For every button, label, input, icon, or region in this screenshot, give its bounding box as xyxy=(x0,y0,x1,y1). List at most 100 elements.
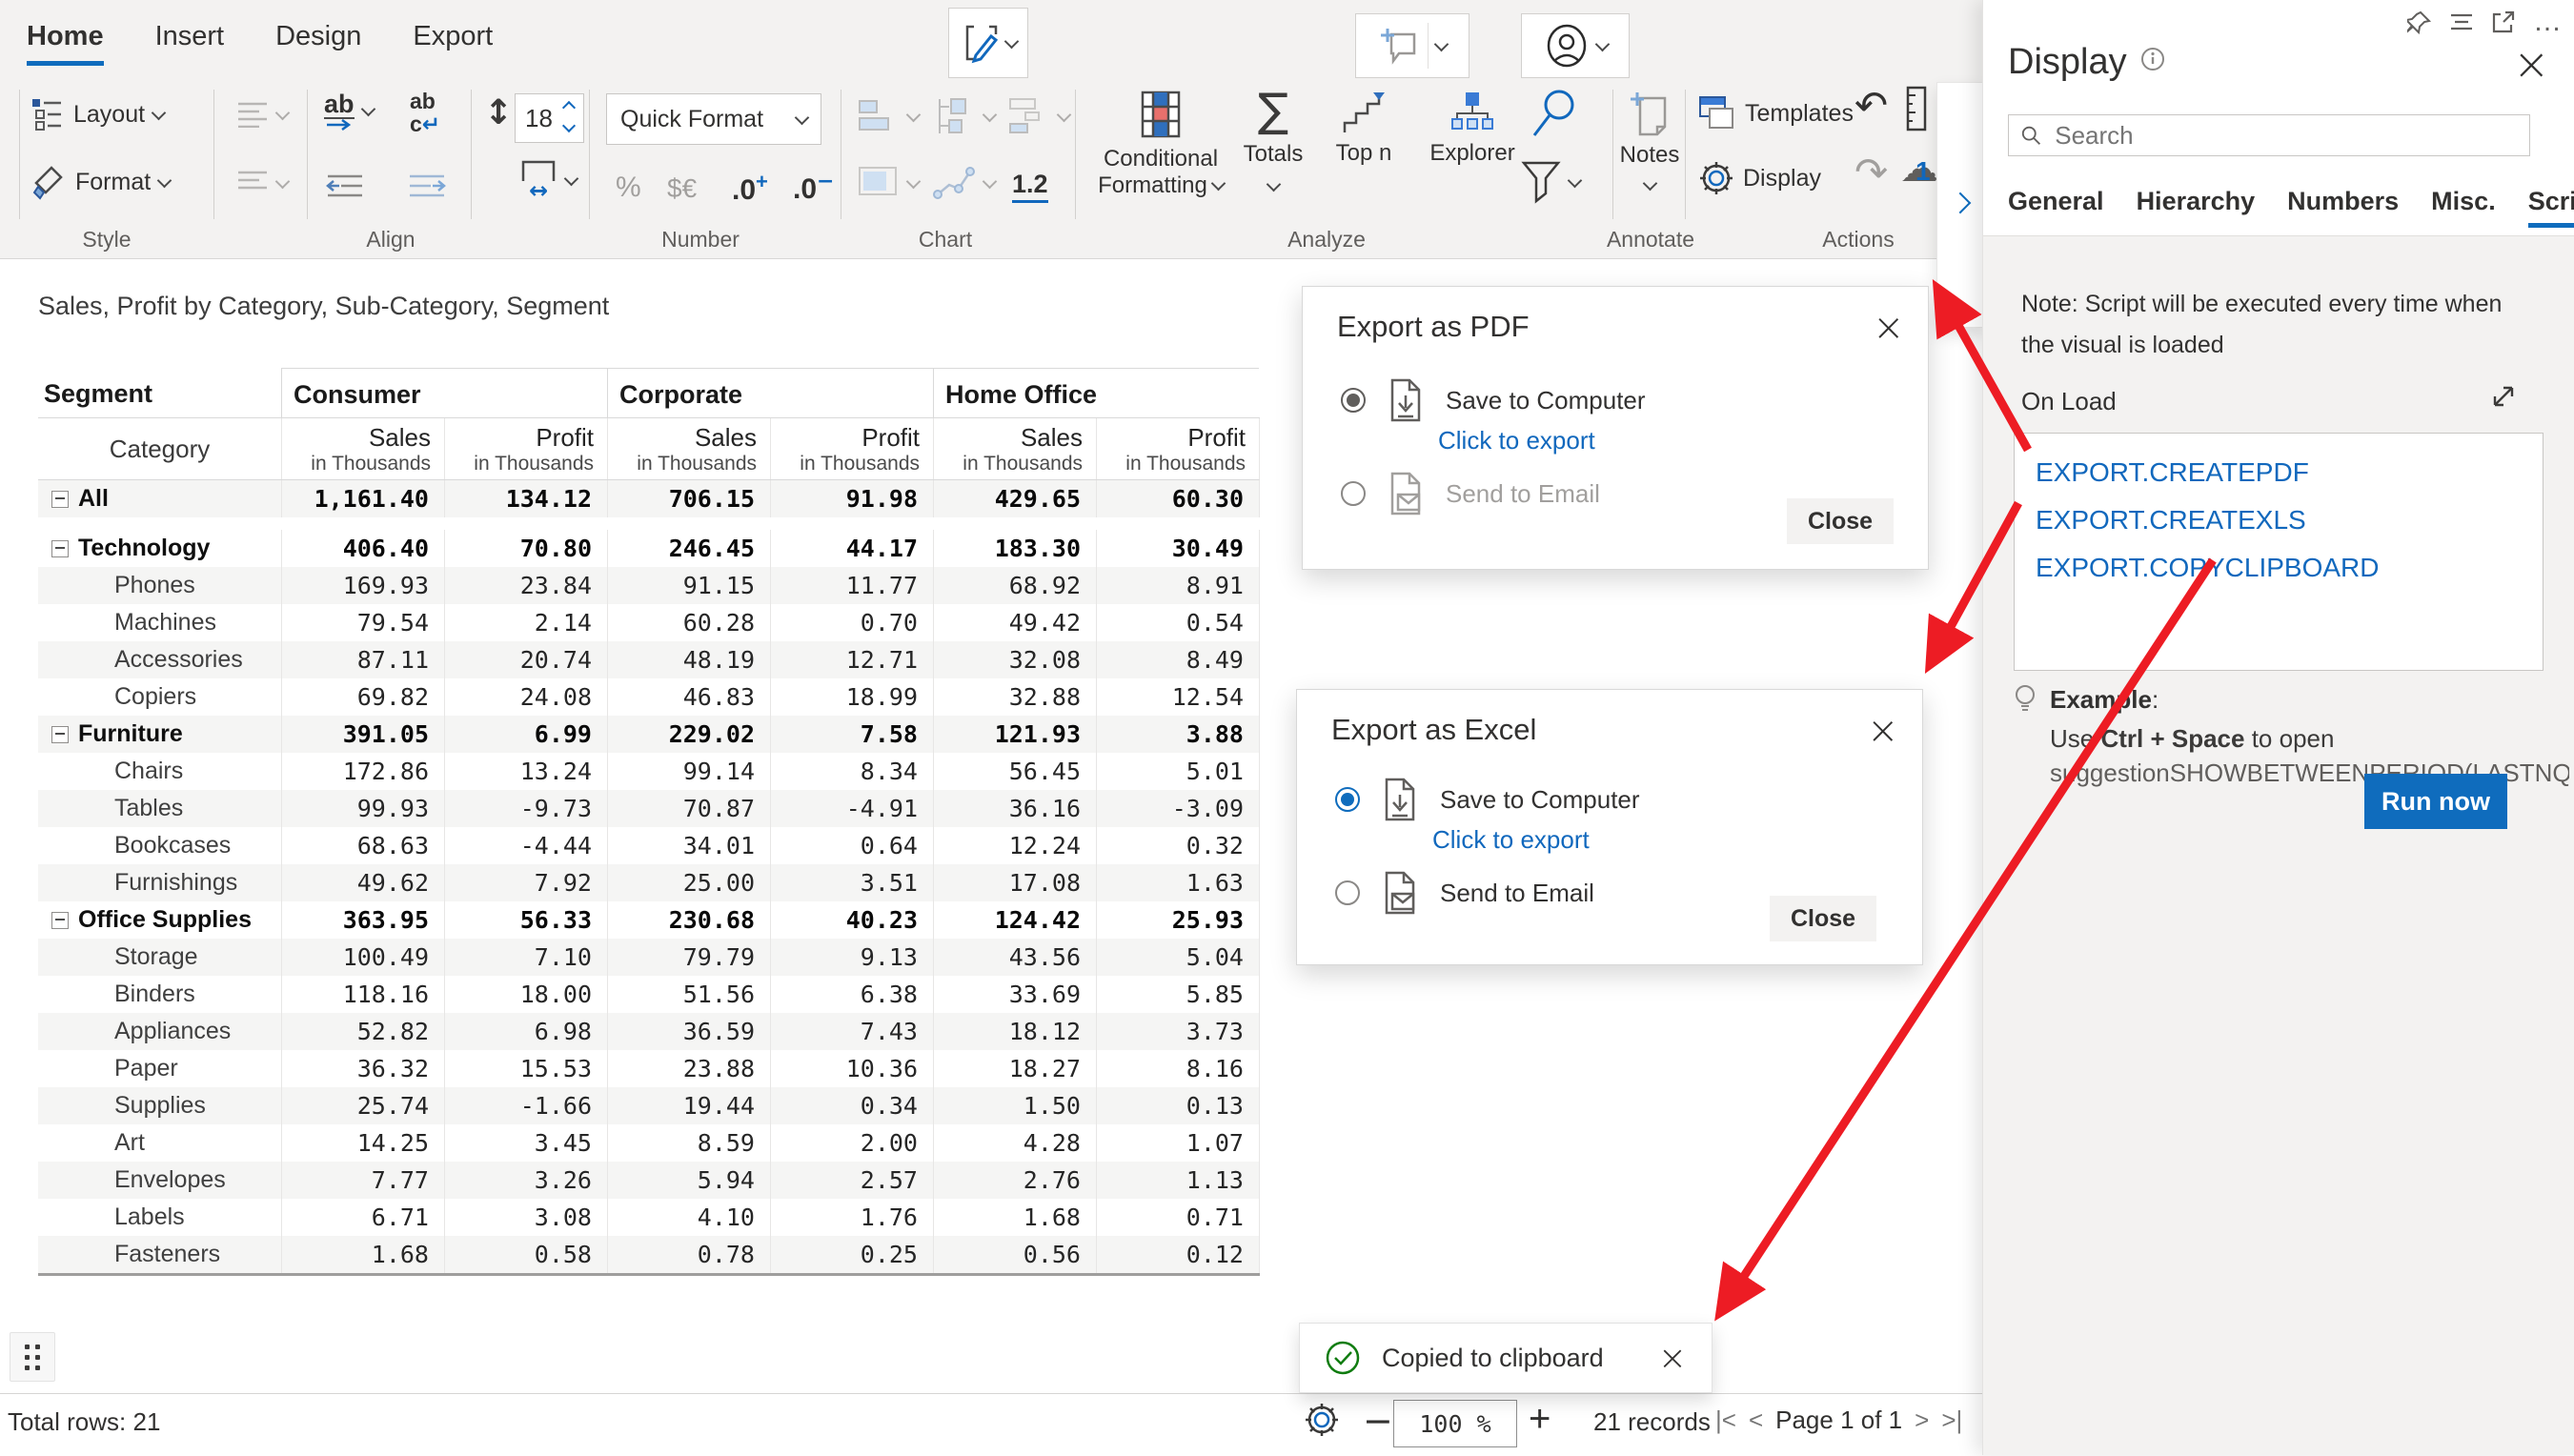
click-to-export-link[interactable]: Click to export xyxy=(1438,426,1595,455)
panel-tab-general[interactable]: General xyxy=(2008,187,2104,228)
prev-page-button[interactable]: < xyxy=(1749,1405,1763,1435)
table-row[interactable]: Phones169.9323.8491.1511.7768.928.91 xyxy=(38,567,1260,604)
templates-button[interactable]: Templates xyxy=(1698,95,1854,131)
panel-tab-numbers[interactable]: Numbers xyxy=(2287,187,2399,228)
account-button[interactable] xyxy=(1521,13,1630,78)
panel-search[interactable] xyxy=(2008,114,2530,156)
close-icon[interactable]: × xyxy=(1867,709,1899,753)
edit-mode-button[interactable] xyxy=(948,8,1028,78)
row-height-icon[interactable]: ↕ xyxy=(484,93,513,132)
expand-strip[interactable] xyxy=(1936,82,1984,328)
popout-icon[interactable] xyxy=(2491,10,2516,34)
filter-button[interactable] xyxy=(1521,160,1580,204)
zoom-out-button[interactable]: − xyxy=(1363,1400,1393,1442)
stepper-down-icon[interactable] xyxy=(562,118,576,131)
currency-format-button[interactable]: $€ xyxy=(667,173,697,204)
ribbon-tab-export[interactable]: Export xyxy=(413,21,493,62)
collapse-icon[interactable] xyxy=(51,726,69,743)
table-row[interactable]: Furniture391.056.99229.027.58121.933.88 xyxy=(38,716,1260,753)
format-button[interactable]: Format xyxy=(30,164,170,200)
undo-icon[interactable]: ↶ xyxy=(1854,82,1888,129)
font-size-stepper[interactable]: 18 xyxy=(515,93,584,143)
horizontal-align-button[interactable] xyxy=(236,170,288,196)
decrease-indent-button[interactable] xyxy=(326,173,364,198)
add-comment-button[interactable] xyxy=(1355,13,1469,78)
ribbon-tab-home[interactable]: Home xyxy=(27,21,104,62)
collapse-icon[interactable] xyxy=(51,491,69,508)
more-icon[interactable]: … xyxy=(2533,17,2562,27)
save-to-computer-option[interactable]: Save to Computer xyxy=(1335,778,1640,821)
close-button[interactable]: Close xyxy=(1770,896,1876,941)
panel-tab-misc[interactable]: Misc. xyxy=(2431,187,2496,228)
ribbon-tab-insert[interactable]: Insert xyxy=(155,21,225,62)
table-row[interactable]: Technology406.4070.80246.4544.17183.3030… xyxy=(38,530,1260,567)
redo-icon[interactable]: ↷ xyxy=(1854,149,1888,195)
send-to-email-option[interactable]: Send to Email xyxy=(1335,871,1594,915)
save-to-computer-option[interactable]: Save to Computer xyxy=(1341,378,1646,422)
collapse-icon[interactable] xyxy=(51,912,69,929)
radio-unselected[interactable] xyxy=(1341,481,1366,506)
panel-close-icon[interactable]: × xyxy=(2513,42,2550,86)
quick-format-dropdown[interactable]: Quick Format xyxy=(606,93,821,145)
script-editor[interactable]: EXPORT.CREATEPDFEXPORT.CREATEXLSEXPORT.C… xyxy=(2014,433,2544,671)
table-row[interactable]: Machines79.542.1460.280.7049.420.54 xyxy=(38,604,1260,641)
table-row[interactable]: Storage100.497.1079.799.1343.565.04 xyxy=(38,939,1260,976)
close-icon[interactable]: × xyxy=(1658,1339,1687,1378)
table-chart-button[interactable] xyxy=(858,166,919,200)
table-row[interactable]: Supplies25.74-1.6619.440.341.500.13 xyxy=(38,1087,1260,1124)
percent-format-button[interactable]: % xyxy=(616,172,641,204)
table-row[interactable]: Envelopes7.773.265.942.572.761.13 xyxy=(38,1162,1260,1199)
ribbon-tab-design[interactable]: Design xyxy=(275,21,361,62)
table-row[interactable]: Fasteners1.680.580.780.250.560.12 xyxy=(38,1236,1260,1273)
conditional-formatting-button[interactable]: Conditional Formatting xyxy=(1096,91,1226,199)
table-row[interactable]: Furnishings49.627.9225.003.5117.081.63 xyxy=(38,864,1260,901)
line-chart-button[interactable] xyxy=(932,164,995,202)
add-decimal-button[interactable]: .0+ xyxy=(732,170,768,207)
table-row[interactable]: Bookcases68.63-4.4434.010.6412.240.32 xyxy=(38,827,1260,864)
panel-tab-hierarchy[interactable]: Hierarchy xyxy=(2137,187,2256,228)
last-page-button[interactable]: >| xyxy=(1941,1405,1962,1435)
search-button[interactable] xyxy=(1529,88,1580,146)
table-row[interactable]: Chairs172.8613.2499.148.3456.455.01 xyxy=(38,753,1260,790)
explorer-button[interactable]: Explorer xyxy=(1420,91,1525,167)
table-row[interactable]: Labels6.713.084.101.761.680.71 xyxy=(38,1199,1260,1236)
wrap-text-button[interactable]: ab xyxy=(324,91,374,131)
radio-selected[interactable] xyxy=(1341,388,1366,413)
table-row[interactable]: All1,161.40134.12706.1591.98429.6560.30 xyxy=(38,480,1260,517)
pin-icon[interactable] xyxy=(2407,10,2432,34)
table-row[interactable]: Binders118.1618.0051.566.3833.695.85 xyxy=(38,976,1260,1013)
layout-list-icon[interactable] xyxy=(2449,10,2474,34)
cell-width-button[interactable]: ↔ xyxy=(519,158,577,202)
zoom-in-button[interactable]: + xyxy=(1529,1398,1550,1441)
layout-chart-button[interactable] xyxy=(1008,95,1069,137)
table-row[interactable]: Appliances52.826.9836.597.4318.123.73 xyxy=(38,1013,1260,1050)
collapse-icon[interactable] xyxy=(51,540,69,557)
remove-decimal-button[interactable]: .0− xyxy=(793,170,834,206)
ruler-icon[interactable] xyxy=(1906,86,1929,136)
run-now-button[interactable]: Run now xyxy=(2364,774,2507,829)
table-row[interactable]: Tables99.93-9.7370.87-4.9136.16-3.09 xyxy=(38,790,1260,827)
display-button[interactable]: Display xyxy=(1698,160,1821,196)
increase-indent-button[interactable] xyxy=(408,173,446,198)
search-input[interactable] xyxy=(2053,120,2518,152)
click-to-export-link[interactable]: Click to export xyxy=(1432,825,1590,855)
table-row[interactable]: Paper36.3215.5323.8810.3618.278.16 xyxy=(38,1050,1260,1087)
top-n-button[interactable]: Top n xyxy=(1323,91,1405,167)
text-overflow-button[interactable]: ab c↵ xyxy=(410,90,440,136)
panel-tab-scripting[interactable]: Scripting xyxy=(2528,187,2574,228)
table-row[interactable]: Copiers69.8224.0846.8318.9932.8812.54 xyxy=(38,678,1260,716)
stepper-up-icon[interactable] xyxy=(562,100,576,113)
info-icon[interactable] xyxy=(2140,47,2165,71)
bar-chart-button[interactable] xyxy=(858,95,919,137)
radio-selected[interactable] xyxy=(1335,787,1360,812)
notes-button[interactable]: Notes xyxy=(1620,91,1679,192)
expand-editor-icon[interactable] xyxy=(2488,381,2519,416)
vertical-align-button[interactable] xyxy=(236,101,288,128)
next-page-button[interactable]: > xyxy=(1915,1405,1929,1435)
layout-button[interactable]: Layout xyxy=(30,97,164,131)
close-button[interactable]: Close xyxy=(1787,498,1894,544)
zoom-input[interactable] xyxy=(1393,1400,1517,1447)
radio-unselected[interactable] xyxy=(1335,880,1360,905)
close-icon[interactable]: × xyxy=(1873,306,1905,350)
table-row[interactable]: Accessories87.1120.7448.1912.7132.088.49 xyxy=(38,641,1260,678)
